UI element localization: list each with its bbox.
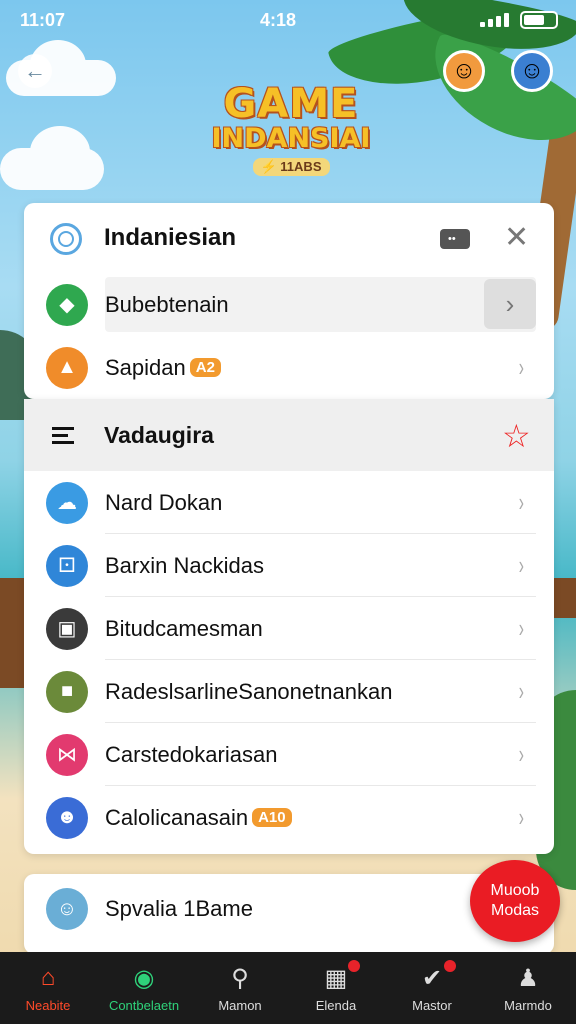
section-header: Vadaugira ☆ bbox=[24, 399, 554, 471]
nav-item-home[interactable]: ⌂ Neabite bbox=[0, 952, 96, 1024]
status-time-left: 11:07 bbox=[20, 10, 66, 30]
cloud-decoration bbox=[0, 126, 104, 190]
dice-icon: ⚀ bbox=[46, 544, 88, 587]
list-item[interactable]: ☻ Calolicanasain A10 › bbox=[24, 786, 554, 849]
cloud-icon: ☁ bbox=[46, 481, 88, 524]
chevron-right-icon: › bbox=[519, 676, 525, 706]
fab-line-1: Muoob bbox=[490, 882, 540, 899]
nav-label: Neabite bbox=[25, 998, 71, 1013]
list-item-label: Bubebtenain bbox=[105, 291, 229, 317]
list-item[interactable]: ◆ Bubebtenain › bbox=[24, 273, 554, 336]
status-time-center: 4:18 bbox=[260, 10, 297, 30]
mode-fab-button[interactable]: Muoob Modas bbox=[470, 860, 560, 942]
game-logo: GAME INDANSIAI ⚡ 11ABS bbox=[196, 84, 386, 176]
game-board-icon: ■ bbox=[46, 670, 88, 713]
status-bar: 11:07 4:18 bbox=[0, 0, 576, 40]
games-list-card: Vadaugira ☆ ☁ Nard Dokan › ⚀ Barxin Nack… bbox=[24, 399, 554, 854]
list-item-label: Nard Dokan bbox=[105, 489, 223, 515]
language-icon bbox=[50, 223, 82, 255]
chevron-right-icon[interactable]: › bbox=[484, 279, 536, 329]
list-item-label: Sapidan A2 bbox=[105, 355, 221, 381]
chevron-right-icon: › bbox=[519, 613, 525, 643]
menu-icon[interactable] bbox=[52, 427, 74, 445]
player-avatar-icon[interactable]: ☺ bbox=[443, 50, 485, 92]
bow-icon: ⋈ bbox=[46, 733, 88, 776]
list-item[interactable]: ⋈ Carstedokariasan › bbox=[24, 723, 554, 786]
list-item[interactable]: ▣ Bitudcamesman › bbox=[24, 597, 554, 660]
list-item-label: Spvalia 1Bame bbox=[105, 896, 253, 921]
nav-label: Elenda bbox=[315, 998, 357, 1013]
nav-item-check[interactable]: ✔ Mastor bbox=[384, 952, 480, 1024]
chevron-right-icon: › bbox=[519, 802, 525, 832]
chat-icon: ◉ bbox=[133, 964, 155, 992]
nav-item-chat[interactable]: ◉ Contbelaetn bbox=[96, 952, 192, 1024]
logo-line-1: GAME bbox=[223, 81, 359, 127]
chevron-right-icon: › bbox=[519, 352, 525, 382]
bottom-nav: ⌂ Neabite ◉ Contbelaetn ⚲ Mamon ▦ Elenda… bbox=[0, 952, 576, 1024]
home-icon: ⌂ bbox=[40, 964, 56, 991]
list-item[interactable]: ⚀ Barxin Nackidas › bbox=[24, 534, 554, 597]
close-icon[interactable]: ✕ bbox=[504, 221, 529, 255]
search-icon: ⚲ bbox=[231, 964, 249, 992]
star-icon[interactable]: ☆ bbox=[502, 417, 531, 455]
diamond-icon: ◆ bbox=[46, 283, 88, 326]
notification-dot bbox=[348, 960, 360, 972]
signal-icon bbox=[480, 13, 514, 27]
chevron-right-icon: › bbox=[519, 487, 525, 517]
chevron-right-icon: › bbox=[519, 550, 525, 580]
badge: A2 bbox=[189, 357, 221, 377]
notification-dot bbox=[444, 960, 456, 972]
list-item-label: Calolicanasain A10 bbox=[105, 805, 292, 831]
check-icon: ✔ bbox=[421, 964, 443, 992]
chevron-right-icon: › bbox=[519, 739, 525, 769]
back-arrow-icon: ← bbox=[24, 58, 46, 83]
friend-avatar-icon[interactable]: ☺ bbox=[511, 50, 553, 92]
card-title: Indaniesian bbox=[104, 224, 237, 251]
nav-label: Contbelaetn bbox=[108, 998, 180, 1013]
pizza-icon: ▲ bbox=[46, 346, 88, 389]
language-card: Indaniesian ✕ ◆ Bubebtenain › ▲ SapidanA… bbox=[24, 203, 554, 399]
nav-item-search[interactable]: ⚲ Mamon bbox=[192, 952, 288, 1024]
list-item[interactable]: ■ RadeslsarlineSanonetnankan › bbox=[24, 660, 554, 723]
robot-icon: ▣ bbox=[46, 607, 88, 650]
badge: A10 bbox=[252, 807, 292, 827]
character-icon: ☻ bbox=[46, 796, 88, 839]
list-item-label: Carstedokariasan bbox=[105, 741, 278, 767]
card-header: Indaniesian ✕ bbox=[24, 203, 554, 273]
list-item[interactable]: ▲ Sapidan A2 › bbox=[24, 336, 554, 399]
profile-icon: ♟ bbox=[517, 964, 539, 992]
keyboard-icon[interactable] bbox=[440, 229, 470, 249]
nav-item-profile[interactable]: ♟ Marmdo bbox=[480, 952, 576, 1024]
gallery-icon: ▦ bbox=[324, 964, 348, 992]
logo-tagline: ⚡ 11ABS bbox=[252, 158, 330, 176]
player-avatar-icon: ☺ bbox=[46, 888, 88, 930]
nav-label: Marmdo bbox=[504, 998, 552, 1013]
list-item[interactable]: ☁ Nard Dokan › bbox=[24, 471, 554, 534]
logo-line-2: INDANSIAI bbox=[211, 123, 371, 154]
section-title: Vadaugira bbox=[104, 421, 214, 448]
list-item-label: RadeslsarlineSanonetnankan bbox=[105, 678, 393, 704]
battery-icon bbox=[520, 11, 558, 29]
back-button[interactable]: ← bbox=[18, 54, 52, 88]
fab-line-2: Modas bbox=[490, 902, 540, 919]
nav-label: Mastor bbox=[412, 998, 452, 1013]
list-item-label: Barxin Nackidas bbox=[105, 552, 264, 578]
nav-item-gallery[interactable]: ▦ Elenda bbox=[288, 952, 384, 1024]
nav-label: Mamon bbox=[218, 998, 262, 1013]
list-item-label: Bitudcamesman bbox=[105, 615, 263, 641]
